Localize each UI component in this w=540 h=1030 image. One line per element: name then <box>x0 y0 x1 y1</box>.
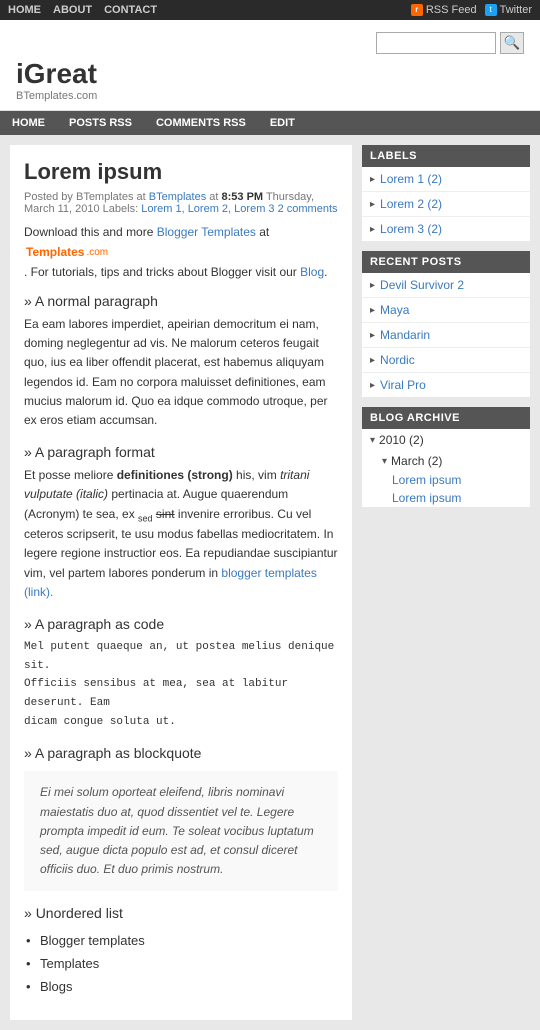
label-link-3[interactable]: Lorem 3 (2) <box>380 222 442 236</box>
recent-item-3[interactable]: Mandarin <box>362 323 530 348</box>
site-tagline: BTemplates.com <box>16 90 524 102</box>
download-line: Download this and more Blogger Templates… <box>24 225 338 239</box>
topbar-right: r RSS Feed t Twitter <box>411 4 532 16</box>
topbar-nav: HOME ABOUT CONTACT <box>8 4 157 16</box>
archive-body: 2010 (2) March (2) Lorem ipsum Lorem ips… <box>362 429 530 507</box>
label-link-2[interactable]: Lorem 2 (2) <box>380 197 442 211</box>
rss-link[interactable]: r RSS Feed <box>411 4 477 16</box>
section-normal-para: A normal paragraph <box>24 293 338 309</box>
label-link-1[interactable]: Lorem 1 (2) <box>380 172 442 186</box>
rss-icon: r <box>411 4 423 16</box>
post-meta: Posted by BTemplates at BTemplates at 8:… <box>24 191 338 215</box>
topbar-home[interactable]: HOME <box>8 4 41 16</box>
nav-posts-rss[interactable]: POSTS RSS <box>57 111 144 135</box>
post-time: 8:53 PM <box>222 191 264 203</box>
search-area: 🔍 <box>376 32 524 54</box>
recent-link-5[interactable]: Viral Pro <box>380 378 426 392</box>
label-1[interactable]: Lorem 1 <box>141 203 181 215</box>
labels-body: Lorem 1 (2) Lorem 2 (2) Lorem 3 (2) <box>362 167 530 241</box>
recent-link-2[interactable]: Maya <box>380 303 409 317</box>
topbar-contact[interactable]: CONTACT <box>104 4 157 16</box>
nav-comments-rss[interactable]: COMMENTS RSS <box>144 111 258 135</box>
list-item: Templates <box>24 952 338 975</box>
list-item: Blogs <box>24 975 338 998</box>
recent-item-5[interactable]: Viral Pro <box>362 373 530 397</box>
search-button[interactable]: 🔍 <box>500 32 524 54</box>
label-2[interactable]: Lorem 2 <box>188 203 228 215</box>
blogger-templates-para-link[interactable]: blogger templates (link). <box>24 566 317 599</box>
labels-widget: LABELS Lorem 1 (2) Lorem 2 (2) Lorem 3 (… <box>362 145 530 241</box>
recent-link-3[interactable]: Mandarin <box>380 328 430 342</box>
blogger-templates-link[interactable]: Blogger Templates <box>157 225 256 239</box>
format-para-text: Et posse meliore definitiones (strong) h… <box>24 466 338 602</box>
labels-title: LABELS <box>362 145 530 167</box>
archive-widget: BLOG ARCHIVE 2010 (2) March (2) Lorem ip… <box>362 407 530 507</box>
label-item-2[interactable]: Lorem 2 (2) <box>362 192 530 217</box>
normal-para-text: Ea eam labores imperdiet, apeirian democ… <box>24 315 338 430</box>
topbar-about[interactable]: ABOUT <box>53 4 92 16</box>
strikethrough-text: sint <box>156 507 175 521</box>
site-title: iGreat <box>16 54 524 90</box>
twitter-icon: t <box>485 4 497 16</box>
btemplates-com: .com <box>86 247 108 258</box>
archive-post-link-2[interactable]: Lorem ipsum <box>392 491 461 505</box>
archive-title: BLOG ARCHIVE <box>362 407 530 429</box>
sidebar: LABELS Lorem 1 (2) Lorem 2 (2) Lorem 3 (… <box>362 145 530 517</box>
strong-text: definitiones (strong) <box>117 468 233 482</box>
section-blockquote: A paragraph as blockquote <box>24 745 338 761</box>
main-nav: HOME POSTS RSS COMMENTS RSS EDIT <box>0 111 540 135</box>
list-item: Blogger templates <box>24 929 338 952</box>
recent-posts-title: RECENT POSTS <box>362 251 530 273</box>
recent-link-1[interactable]: Devil Survivor 2 <box>380 278 464 292</box>
site-header: 🔍 iGreat BTemplates.com <box>0 20 540 111</box>
btemplates-b: Templates <box>26 245 84 259</box>
archive-year[interactable]: 2010 (2) <box>362 429 530 451</box>
archive-post-1[interactable]: Lorem ipsum <box>362 471 530 489</box>
recent-item-1[interactable]: Devil Survivor 2 <box>362 273 530 298</box>
section-format-para: A paragraph format <box>24 444 338 460</box>
rss-label: RSS Feed <box>426 4 477 16</box>
nav-edit[interactable]: EDIT <box>258 111 307 135</box>
twitter-label: Twitter <box>500 4 532 16</box>
author-link[interactable]: BTemplates <box>149 191 206 203</box>
content-wrap: Lorem ipsum Posted by BTemplates at BTem… <box>0 135 540 1030</box>
label-item-3[interactable]: Lorem 3 (2) <box>362 217 530 241</box>
archive-month[interactable]: March (2) <box>362 451 530 471</box>
blog-link[interactable]: Blog <box>300 265 324 279</box>
recent-item-4[interactable]: Nordic <box>362 348 530 373</box>
code-block: Mel putent quaeque an, ut postea melius … <box>24 638 338 731</box>
post-body: A normal paragraph Ea eam labores imperd… <box>24 293 338 998</box>
nav-home[interactable]: HOME <box>0 111 57 135</box>
section-code: A paragraph as code <box>24 616 338 632</box>
label-item-1[interactable]: Lorem 1 (2) <box>362 167 530 192</box>
comments-link[interactable]: 2 comments <box>278 203 338 215</box>
recent-posts-widget: RECENT POSTS Devil Survivor 2 Maya Manda… <box>362 251 530 397</box>
section-list: Unordered list <box>24 905 338 921</box>
sub-text: sed <box>138 513 153 523</box>
recent-link-4[interactable]: Nordic <box>380 353 415 367</box>
recent-item-2[interactable]: Maya <box>362 298 530 323</box>
recent-posts-body: Devil Survivor 2 Maya Mandarin Nordic Vi… <box>362 273 530 397</box>
blockquote-text: Ei mei solum oporteat eleifend, libris n… <box>24 771 338 891</box>
search-icon: 🔍 <box>504 35 521 51</box>
posted-by-label: Posted by BTemplates at <box>24 191 149 203</box>
twitter-link[interactable]: t Twitter <box>485 4 532 16</box>
btemplates-logo-area: Templates.com <box>24 245 338 259</box>
main-content: Lorem ipsum Posted by BTemplates at BTem… <box>10 145 352 1020</box>
search-input[interactable] <box>376 32 496 54</box>
unordered-list: Blogger templates Templates Blogs <box>24 929 338 998</box>
archive-post-link-1[interactable]: Lorem ipsum <box>392 473 461 487</box>
top-bar: HOME ABOUT CONTACT r RSS Feed t Twitter <box>0 0 540 20</box>
label-3[interactable]: Lorem 3 <box>234 203 274 215</box>
post-title: Lorem ipsum <box>24 159 338 185</box>
for-tutorials: . For tutorials, tips and tricks about B… <box>24 265 338 279</box>
archive-post-2[interactable]: Lorem ipsum <box>362 489 530 507</box>
